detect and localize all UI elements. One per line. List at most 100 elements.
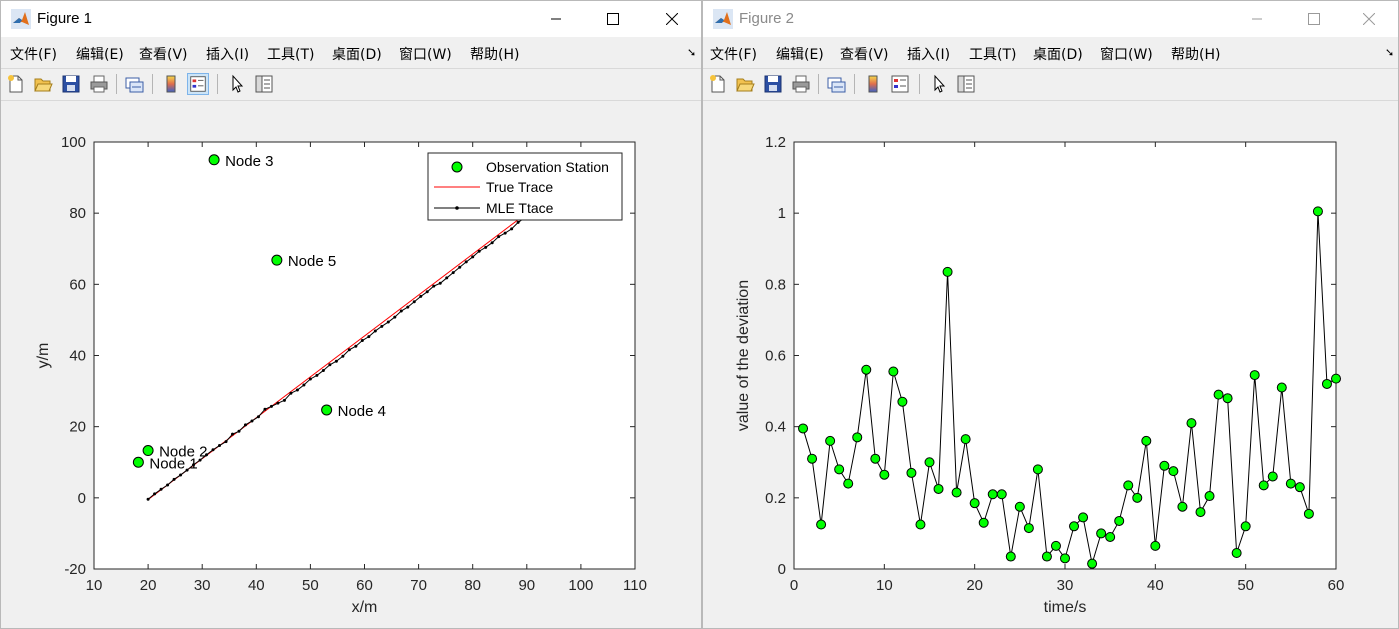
- deviation-point: [1105, 531, 1116, 542]
- observation-station-marker: [142, 445, 154, 457]
- mle-trace-point: [425, 290, 429, 294]
- menu-file[interactable]: 文件(F): [10, 44, 57, 64]
- y-tick-label: 0.6: [765, 348, 786, 365]
- legend: Observation Station True Trace MLE Ttace: [427, 152, 623, 221]
- toolbar-separator: [152, 74, 153, 94]
- x-tick-label: 100: [568, 577, 593, 594]
- menu-insert[interactable]: 插入(I): [907, 44, 950, 64]
- property-inspector-icon[interactable]: [955, 73, 977, 95]
- deviation-point: [987, 489, 998, 500]
- mle-trace-point: [419, 294, 423, 298]
- dock-arrow-icon[interactable]: ➘: [687, 46, 696, 59]
- deviation-chart[interactable]: 0 10 20 30 40 50 60 0 0.2 0.4 0.6 0.8 1 1.2 time/s valu…: [703, 101, 1398, 629]
- menu-edit[interactable]: 编辑(E): [76, 44, 124, 64]
- colorbar-icon[interactable]: [862, 73, 884, 95]
- menu-desktop[interactable]: 桌面(D): [1033, 44, 1083, 64]
- menu-tools[interactable]: 工具(T): [969, 44, 1016, 64]
- close-button[interactable]: [1346, 1, 1392, 37]
- open-file-icon[interactable]: [734, 73, 756, 95]
- deviation-point: [825, 435, 836, 446]
- mle-trace-point: [276, 401, 280, 405]
- toolbar-separator: [919, 74, 920, 94]
- menu-view[interactable]: 查看(V): [840, 44, 889, 64]
- legend-icon[interactable]: [889, 73, 911, 95]
- mle-trace-point: [399, 309, 403, 313]
- deviation-point: [951, 487, 962, 498]
- save-icon[interactable]: [60, 73, 82, 95]
- mle-trace-point: [347, 348, 351, 352]
- mle-trace-point: [367, 335, 371, 339]
- mle-trace-point: [295, 388, 299, 392]
- y-tick-label: 1.2: [765, 134, 786, 151]
- mle-trace-point: [237, 429, 241, 433]
- deviation-point: [1195, 507, 1206, 518]
- menu-window[interactable]: 窗口(W): [399, 44, 452, 64]
- deviation-point: [1060, 553, 1070, 564]
- menu-help[interactable]: 帮助(H): [1171, 44, 1220, 64]
- menu-tools[interactable]: 工具(T): [267, 44, 314, 64]
- colorbar-icon[interactable]: [160, 73, 182, 95]
- maximize-button[interactable]: [1291, 1, 1337, 37]
- mle-trace-point: [243, 423, 247, 427]
- deviation-point: [1087, 558, 1098, 569]
- open-file-icon[interactable]: [32, 73, 54, 95]
- legend-icon[interactable]: [187, 73, 209, 95]
- menu-window[interactable]: 窗口(W): [1100, 44, 1153, 64]
- deviation-point: [1186, 418, 1197, 429]
- menu-desktop[interactable]: 桌面(D): [332, 44, 382, 64]
- x-tick-label: 60: [356, 577, 373, 594]
- figure-toolbar: [1, 68, 701, 101]
- menu-help[interactable]: 帮助(H): [470, 44, 519, 64]
- menu-insert[interactable]: 插入(I): [206, 44, 249, 64]
- save-icon[interactable]: [762, 73, 784, 95]
- deviation-point: [1041, 551, 1052, 562]
- mle-trace-point: [490, 241, 494, 245]
- trajectory-chart[interactable]: 10 20 30 40 50 60 70 80 90 100 110 -20 0 20 40 60 80 100 x…: [1, 101, 701, 629]
- deviation-point: [1258, 480, 1269, 491]
- mle-trace-point: [159, 487, 163, 491]
- minimize-button[interactable]: [533, 1, 579, 37]
- deviation-point: [1159, 460, 1170, 471]
- deviation-point: [807, 453, 818, 464]
- link-plot-icon[interactable]: [825, 73, 847, 95]
- figure-1-window: Figure 1 文件(F) 编辑(E) 查看(V) 插入(I) 工具(T) 桌…: [0, 0, 702, 629]
- deviation-point: [798, 423, 809, 434]
- menu-view[interactable]: 查看(V): [139, 44, 188, 64]
- deviation-point: [1331, 373, 1341, 384]
- deviation-point: [1005, 551, 1016, 562]
- new-figure-icon[interactable]: [707, 73, 729, 95]
- edit-plot-arrow-icon[interactable]: [226, 73, 248, 95]
- y-tick-label: 0.4: [765, 419, 786, 436]
- y-tick-label: 0: [778, 561, 786, 578]
- link-plot-icon[interactable]: [123, 73, 145, 95]
- mle-trace-point: [432, 284, 436, 288]
- minimize-button[interactable]: [1234, 1, 1280, 37]
- mle-trace-point: [218, 444, 222, 448]
- maximize-button[interactable]: [590, 1, 636, 37]
- y-tick-label: 100: [61, 134, 86, 151]
- new-figure-icon[interactable]: [5, 73, 27, 95]
- title-bar[interactable]: Figure 1: [1, 1, 701, 37]
- print-icon[interactable]: [88, 73, 110, 95]
- maximize-icon: [607, 13, 619, 25]
- deviation-point: [834, 464, 845, 475]
- dock-arrow-icon[interactable]: ➘: [1385, 46, 1394, 59]
- deviation-point: [1132, 492, 1143, 503]
- print-icon[interactable]: [790, 73, 812, 95]
- matlab-logo-icon: [713, 9, 733, 29]
- deviation-point: [1069, 521, 1080, 532]
- title-bar[interactable]: Figure 2: [703, 1, 1398, 37]
- station-label: Node 5: [288, 253, 336, 270]
- deviation-point: [1321, 378, 1332, 389]
- property-inspector-icon[interactable]: [253, 73, 275, 95]
- edit-plot-arrow-icon[interactable]: [928, 73, 950, 95]
- deviation-point: [1294, 482, 1305, 493]
- menu-file[interactable]: 文件(F): [710, 44, 757, 64]
- menu-edit[interactable]: 编辑(E): [776, 44, 824, 64]
- mle-trace-point: [308, 377, 312, 381]
- mle-trace-point: [256, 415, 260, 419]
- close-button[interactable]: [649, 1, 695, 37]
- deviation-point: [1285, 478, 1296, 489]
- mle-trace-point: [289, 391, 293, 395]
- legend-entry: True Trace: [486, 179, 553, 195]
